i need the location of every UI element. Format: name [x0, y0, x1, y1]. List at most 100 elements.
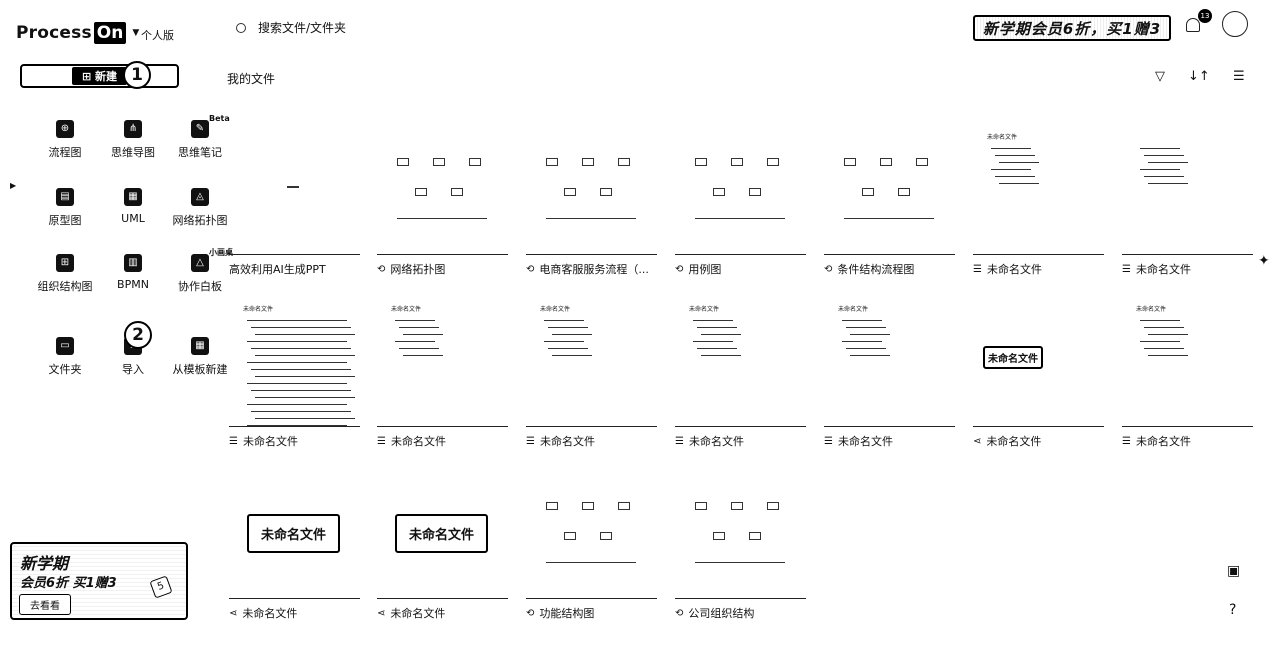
file-name[interactable]: ⟲ 用例图 — [675, 261, 806, 277]
side-promo-button[interactable]: 去看看 — [19, 594, 71, 615]
file-name-text: 未命名文件 — [390, 435, 446, 448]
file-name-text: 未命名文件 — [1135, 263, 1191, 276]
chevron-down-icon[interactable]: ▼ — [132, 28, 139, 38]
file-card[interactable]: ⟲ 公司组织结构 — [675, 462, 806, 622]
promo-banner[interactable]: 新学期会员6折，买1赠3 — [973, 15, 1171, 41]
file-card[interactable]: ⟲ 功能结构图 — [526, 462, 657, 622]
file-name[interactable]: ⟲ 功能结构图 — [526, 605, 657, 621]
whiteboard-icon: △ — [191, 254, 209, 272]
file-card[interactable]: 未命名文件 ☰ 未命名文件 — [377, 290, 508, 450]
sort-icon[interactable]: ↓↑ — [1188, 69, 1210, 84]
file-thumbnail: 未命名文件 — [229, 290, 360, 427]
create-tile-label: 从模板新建 — [172, 363, 228, 376]
file-card[interactable]: 未命名文件 ☰ 未命名文件 — [973, 118, 1104, 278]
file-card[interactable]: 未命名文件 ⋖ 未命名文件 — [377, 462, 508, 622]
note-file-icon: ☰ — [229, 435, 238, 447]
create-tile[interactable]: ▦ UML — [98, 188, 168, 225]
file-name[interactable]: ☰ 未命名文件 — [526, 433, 657, 449]
create-tile-label: 思维笔记 — [178, 146, 222, 159]
logo[interactable]: Process On ▼ — [16, 22, 139, 44]
file-card[interactable]: 未命名文件 ⋖ 未命名文件 — [973, 290, 1104, 450]
file-name[interactable]: ☰ 未命名文件 — [824, 433, 955, 449]
file-name[interactable]: ⋖ 未命名文件 — [229, 605, 360, 621]
file-name[interactable]: ☰ 未命名文件 — [675, 433, 806, 449]
mind-file-icon: ⋖ — [973, 435, 982, 447]
file-name[interactable]: ⟲ 电商客服服务流程（... — [526, 261, 657, 277]
chat-icon[interactable]: ▣ — [1227, 563, 1240, 579]
create-tile[interactable]: ✎ 思维笔记 Beta — [165, 114, 235, 160]
file-card[interactable]: ⟲ 条件结构流程图 — [824, 118, 955, 278]
file-card[interactable]: 未命名文件 ☰ 未命名文件 — [229, 290, 360, 450]
org-icon: ⊞ — [56, 254, 74, 272]
create-tile[interactable]: ▥ BPMN — [98, 254, 168, 291]
file-card[interactable]: ⟲ 电商客服服务流程（... — [526, 118, 657, 278]
file-card[interactable]: 未命名文件 ☰ 未命名文件 — [824, 290, 955, 450]
file-name[interactable]: ⟲ 公司组织结构 — [675, 605, 806, 621]
file-card[interactable]: 未命名文件 ☰ 未命名文件 — [526, 290, 657, 450]
file-name-text: 未命名文件 — [1135, 435, 1191, 448]
file-name[interactable]: ☰ 未命名文件 — [973, 261, 1104, 277]
file-name[interactable]: ☰ 未命名文件 — [377, 433, 508, 449]
file-name[interactable]: ☰ 未命名文件 — [229, 433, 360, 449]
uml-icon: ▦ — [124, 188, 142, 206]
tile-badge: Beta — [209, 114, 230, 123]
file-card[interactable]: 未命名文件 ☰ 未命名文件 — [1122, 290, 1253, 450]
create-tile-label: 组织结构图 — [37, 280, 93, 293]
search-icon — [236, 22, 246, 33]
bell-icon[interactable] — [1186, 18, 1200, 32]
thumb-title: 未命名文件 — [540, 306, 571, 313]
create-tile[interactable]: ⋔ 思维导图 — [98, 120, 168, 160]
file-card[interactable]: ☰ 未命名文件 — [1122, 118, 1253, 278]
section-title: 我的文件 — [227, 72, 276, 86]
ai-sparkle-icon[interactable]: ✦ — [1258, 253, 1280, 275]
file-card[interactable]: 高效利用AI生成PPT — [229, 118, 360, 278]
file-thumbnail: 未命名文件 — [526, 290, 657, 427]
file-name[interactable]: ⟲ 条件结构流程图 — [824, 261, 955, 277]
file-thumbnail — [377, 118, 508, 255]
note-file-icon: ☰ — [526, 435, 535, 447]
create-tile-label: 文件夹 — [48, 363, 82, 376]
file-thumbnail: 未命名文件 — [824, 290, 955, 427]
create-tile[interactable]: ▤ 原型图 — [30, 188, 100, 228]
logo-box: On — [93, 22, 127, 44]
edition-label[interactable]: 个人版 — [141, 27, 174, 43]
bpmn-icon: ▥ — [124, 254, 142, 272]
file-name-text: 功能结构图 — [539, 607, 595, 620]
file-name[interactable]: ⟲ 网络拓扑图 — [377, 261, 508, 277]
prototype-icon: ▤ — [56, 188, 74, 206]
file-card[interactable]: 未命名文件 ☰ 未命名文件 — [675, 290, 806, 450]
file-name[interactable]: ⋖ 未命名文件 — [973, 433, 1104, 449]
new-button[interactable]: ⊞ 新建 — [20, 64, 179, 88]
search-input[interactable]: 搜索文件/文件夹 — [236, 19, 346, 36]
file-thumbnail: 未命名文件 — [973, 118, 1104, 255]
thumb-title: 未命名文件 — [243, 306, 274, 313]
note-file-icon: ☰ — [377, 435, 386, 447]
file-thumbnail — [526, 462, 657, 599]
file-card[interactable]: ⟲ 网络拓扑图 — [377, 118, 508, 278]
create-tile[interactable]: ⊞ 组织结构图 — [30, 254, 100, 294]
create-tile[interactable]: △ 协作白板 小画桌 — [165, 248, 235, 294]
help-icon[interactable]: ? — [1229, 602, 1236, 618]
filter-icon[interactable]: ▽ — [1155, 69, 1165, 84]
file-name[interactable]: ☰ 未命名文件 — [1122, 261, 1253, 277]
side-promo[interactable]: 新学期 会员6折 买1赠3 去看看 5 — [10, 542, 188, 620]
create-tile-label: BPMN — [117, 278, 149, 291]
create-tile[interactable]: ⊕ 流程图 — [30, 120, 100, 160]
note-file-icon: ☰ — [824, 435, 833, 447]
list-view-icon[interactable]: ☰ — [1233, 69, 1245, 84]
note-file-icon: ☰ — [1122, 435, 1131, 447]
thumb-title: 未命名文件 — [987, 134, 1018, 141]
file-card[interactable]: ⟲ 用例图 — [675, 118, 806, 278]
create-tile[interactable]: ◬ 网络拓扑图 — [165, 188, 235, 228]
create-tile[interactable]: ↥导入2 — [98, 321, 168, 377]
create-tile[interactable]: ▦ 从模板新建 — [165, 337, 235, 377]
expand-arrow-icon[interactable]: ▶ — [10, 181, 16, 190]
avatar[interactable] — [1222, 11, 1248, 37]
file-name[interactable]: 高效利用AI生成PPT — [229, 261, 360, 277]
plus-icon: ⊞ — [81, 70, 96, 83]
create-tile[interactable]: ▭ 文件夹 — [30, 337, 100, 377]
file-name[interactable]: ☰ 未命名文件 — [1122, 433, 1253, 449]
file-thumbnail — [229, 118, 360, 255]
file-name[interactable]: ⋖ 未命名文件 — [377, 605, 508, 621]
file-card[interactable]: 未命名文件 ⋖ 未命名文件 — [229, 462, 360, 622]
